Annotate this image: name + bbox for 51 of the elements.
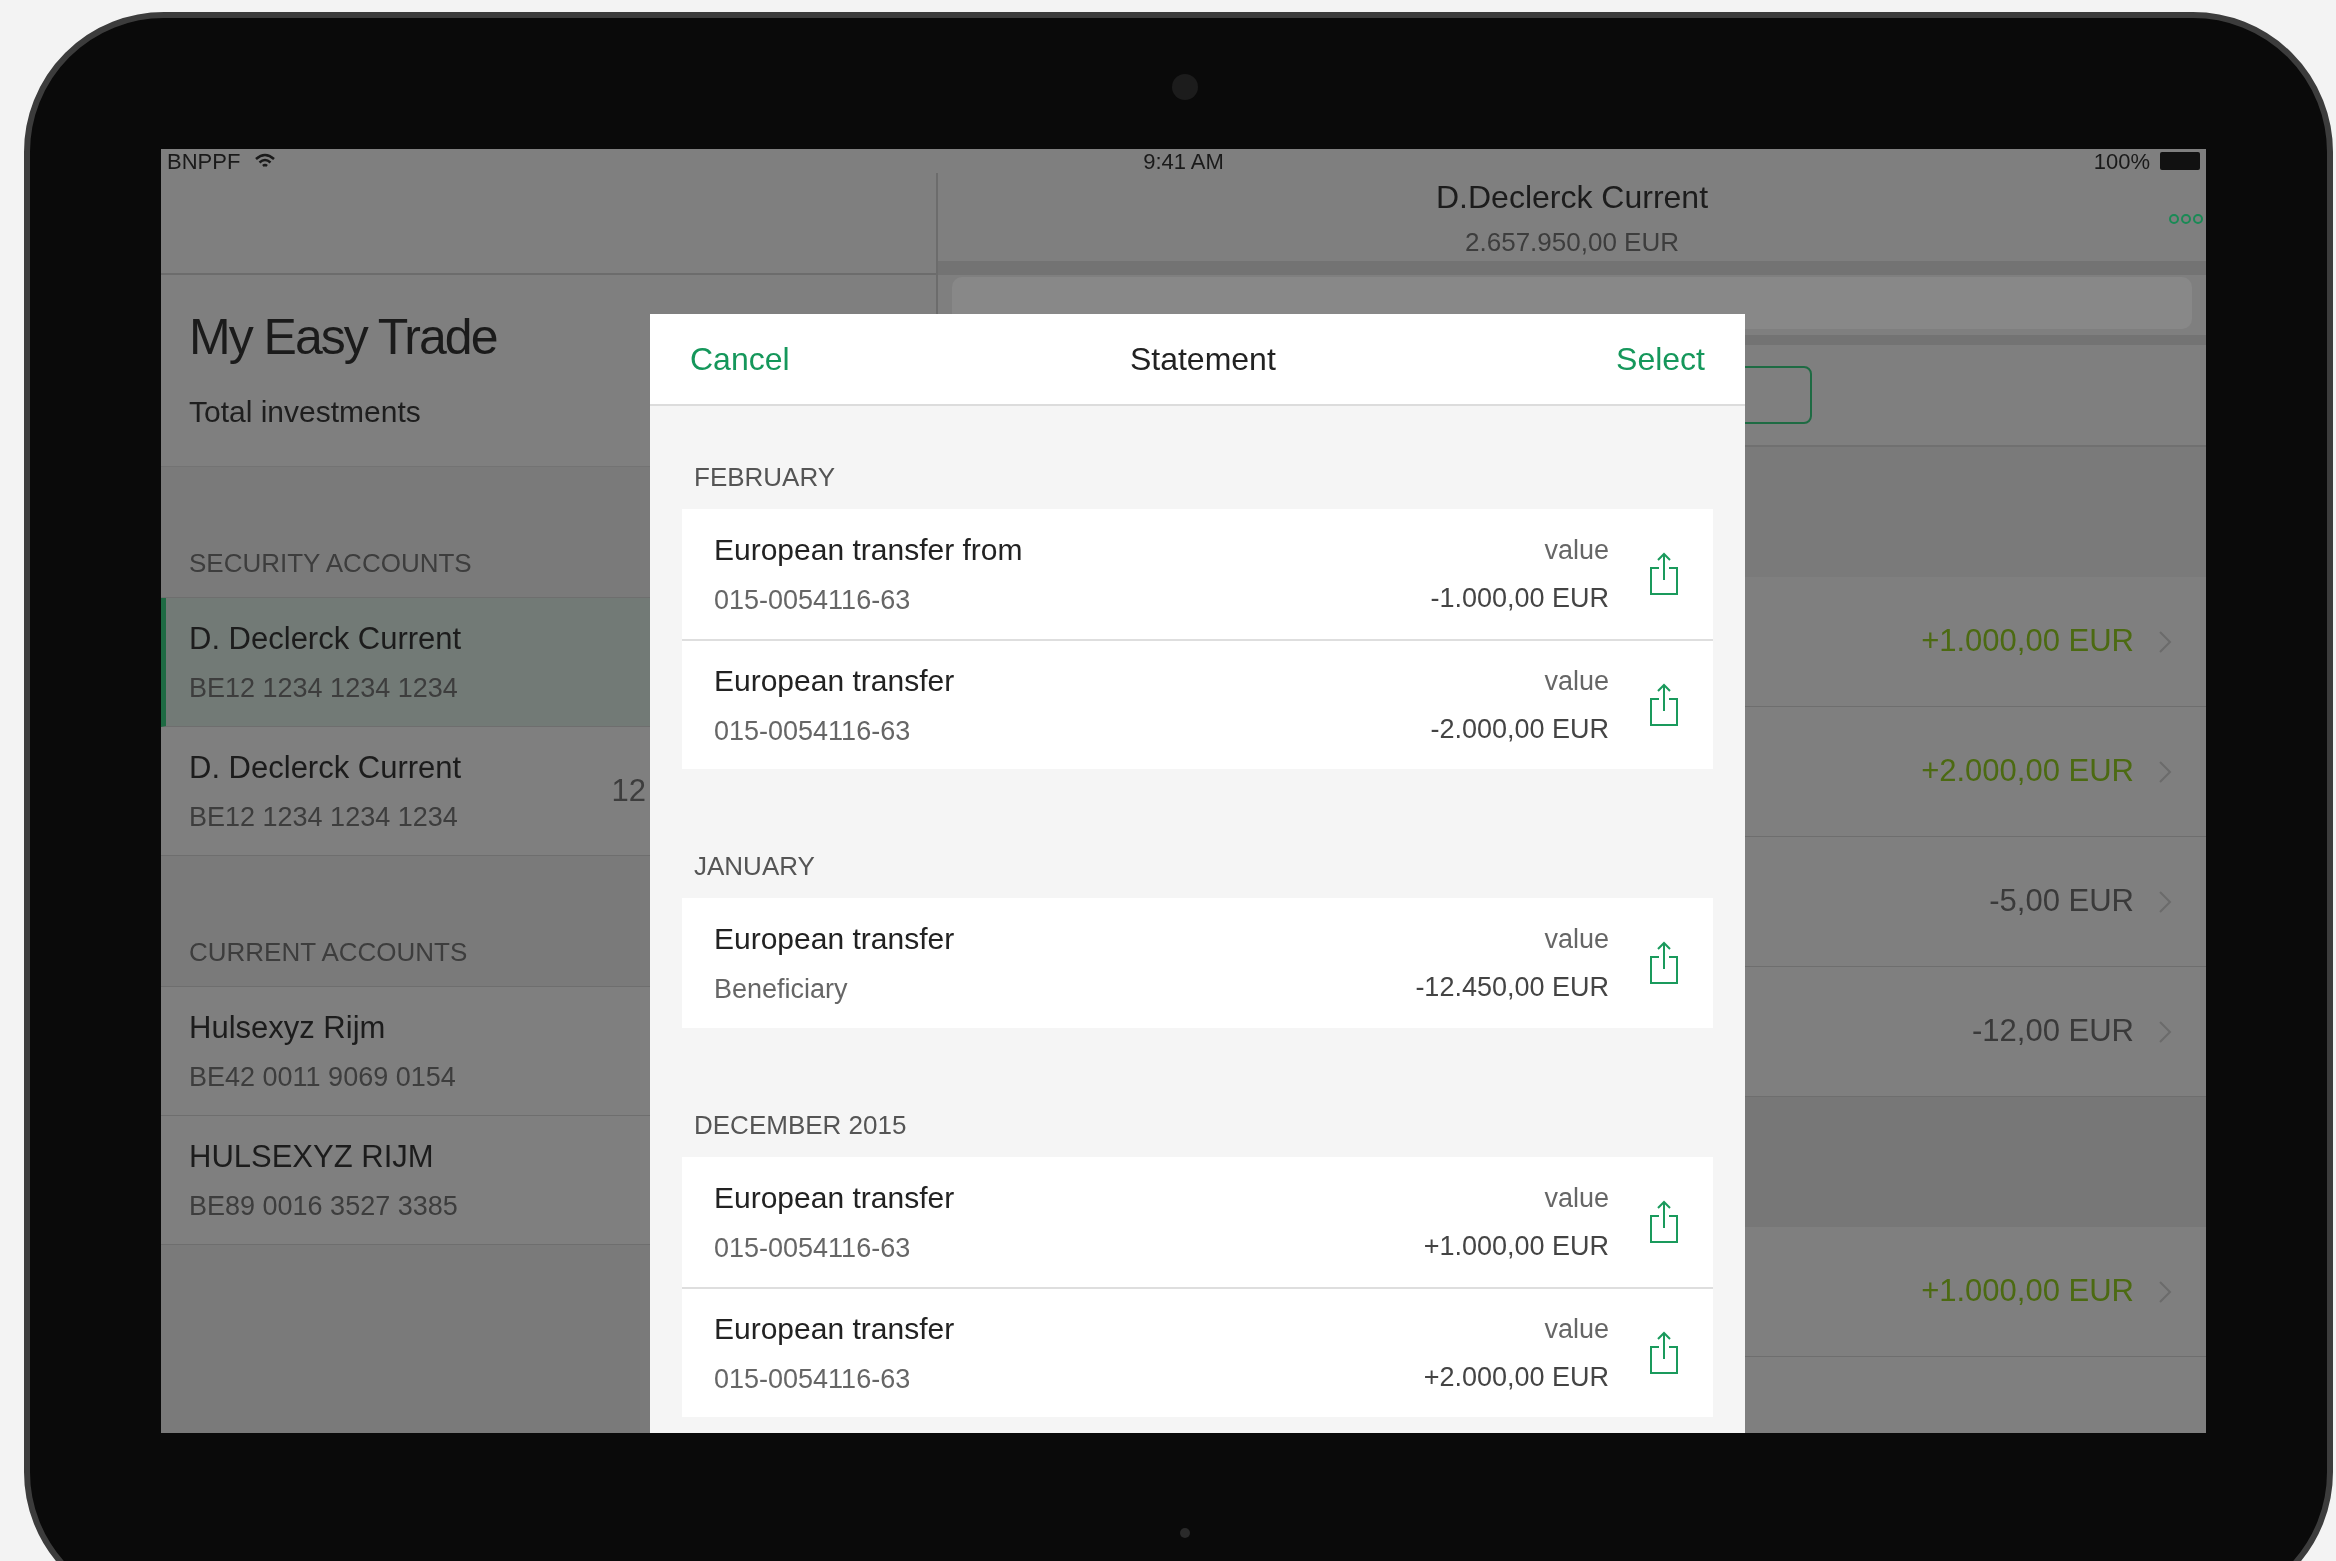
transaction-amount: -5,00 EUR — [1989, 882, 2134, 921]
account-name: D. Declerck Current — [189, 619, 462, 658]
transaction-amount: +1.000,00 EUR — [1921, 1272, 2134, 1311]
account-title: D.Declerck Current — [1435, 177, 1709, 217]
statement-account: 015-0054116-63 — [714, 1363, 912, 1397]
account-balance: 2.657.950,00 EUR — [1465, 225, 1679, 259]
battery-percent: 100% — [2093, 149, 2150, 176]
account-name: HULSEXYZ RIJM — [189, 1137, 435, 1176]
wifi-icon — [254, 153, 277, 169]
statement-amount: +1.000,00 EUR — [1423, 1230, 1609, 1263]
account-iban: BE12 1234 1234 1234 — [189, 672, 459, 705]
statement-row[interactable]: European transfer 015-0054116-63 value -2.000,00 EUR — [682, 639, 1713, 769]
statement-row[interactable]: European transfer 015-0054116-63 value +2.000,00 EUR — [682, 1287, 1713, 1417]
value-label: value — [1544, 533, 1609, 567]
battery-icon — [2160, 152, 2200, 170]
value-label: value — [1544, 664, 1609, 698]
share-icon[interactable] — [1649, 1200, 1679, 1244]
account-iban: BE42 0011 9069 0154 — [189, 1061, 456, 1094]
month-header: FEBRUARY — [694, 462, 836, 492]
transaction-amount: +1.000,00 EUR — [1921, 622, 2134, 661]
share-icon[interactable] — [1649, 1331, 1679, 1375]
account-iban: BE89 0016 3527 3385 — [189, 1190, 458, 1223]
statement-title: European transfer — [714, 1311, 956, 1348]
value-label: value — [1544, 1181, 1609, 1215]
statement-amount: -12.450,00 EUR — [1415, 971, 1609, 1004]
share-icon[interactable] — [1649, 683, 1679, 727]
subtitle: Total investments — [189, 394, 422, 430]
statement-title: European transfer from — [714, 532, 1024, 569]
statement-row[interactable]: European transfer Beneficiary value -12.450,00 EUR — [682, 898, 1713, 1028]
account-balance: 12 — [611, 771, 646, 810]
section-header: SECURITY ACCOUNTS — [189, 547, 472, 580]
value-label: value — [1544, 922, 1609, 956]
share-icon[interactable] — [1649, 552, 1679, 596]
share-icon[interactable] — [1649, 941, 1679, 985]
statement-amount: -1.000,00 EUR — [1430, 582, 1609, 615]
account-iban: BE12 1234 1234 1234 — [189, 801, 459, 834]
cancel-button[interactable]: Cancel — [690, 335, 790, 383]
app-title: My Easy Trade — [189, 308, 497, 367]
sheet-title: Statement — [1129, 340, 1276, 379]
section-header: CURRENT ACCOUNTS — [189, 936, 468, 969]
carrier-name: BNPPF — [167, 149, 241, 176]
transaction-amount: -12,00 EUR — [1972, 1012, 2134, 1051]
statement-title: European transfer — [714, 921, 956, 958]
statement-amount: -2.000,00 EUR — [1430, 713, 1609, 746]
select-button[interactable]: Select — [1616, 335, 1705, 383]
status-time: 9:41 AM — [1143, 149, 1224, 176]
account-name: Hulsexyz Rijm — [189, 1008, 387, 1047]
value-label: value — [1544, 1312, 1609, 1346]
statement-amount: +2.000,00 EUR — [1423, 1361, 1609, 1394]
transaction-amount: +2.000,00 EUR — [1921, 752, 2134, 791]
account-name: D. Declerck Current — [189, 748, 462, 787]
